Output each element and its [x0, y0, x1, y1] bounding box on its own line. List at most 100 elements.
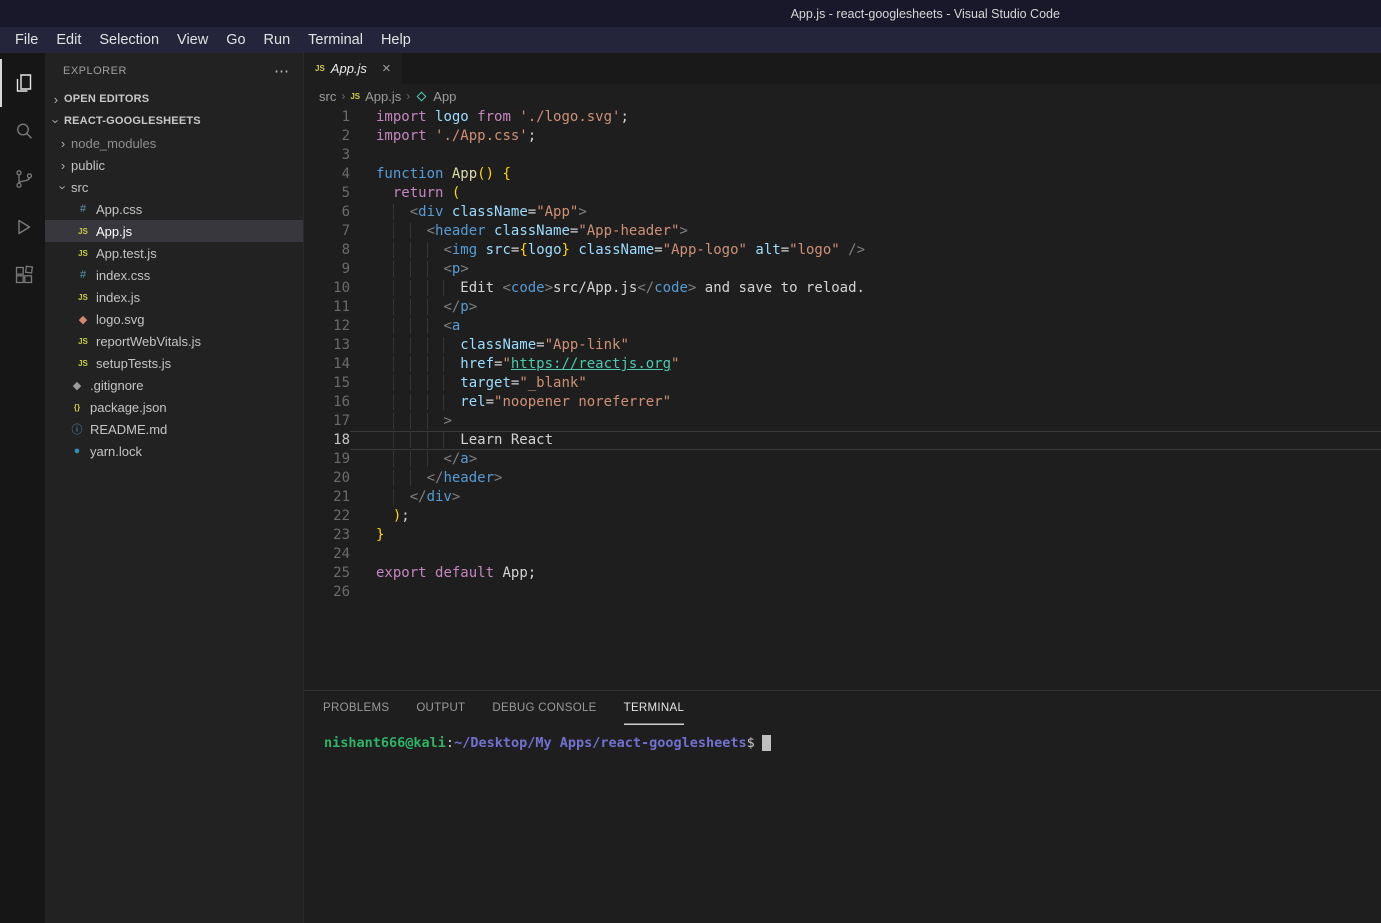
panel-tab-debug-console[interactable]: DEBUG CONSOLE: [492, 691, 596, 725]
editor-code-area[interactable]: 1import logo from './logo.svg';2import '…: [304, 108, 1381, 690]
code-row[interactable]: 25export default App;: [304, 564, 1381, 583]
code-row[interactable]: 5 return (: [304, 184, 1381, 203]
menu-bar: FileEditSelectionViewGoRunTerminalHelp: [0, 27, 1381, 53]
code-line-text: <div className="App">: [350, 203, 1381, 222]
code-row[interactable]: 1import logo from './logo.svg';: [304, 108, 1381, 127]
panel-tab-terminal[interactable]: TERMINAL: [624, 691, 685, 725]
activity-item-search[interactable]: [0, 107, 45, 155]
chevron-right-icon: ›: [406, 89, 410, 103]
tree-item-yarn.lock[interactable]: ●yarn.lock: [45, 440, 303, 462]
breadcrumb-symbol[interactable]: App: [433, 89, 456, 104]
code-row[interactable]: 13 className="App-link": [304, 336, 1381, 355]
tree-item-label: public: [71, 158, 105, 173]
menu-item-file[interactable]: File: [6, 30, 47, 50]
code-line-text: <p>: [350, 260, 1381, 279]
code-row[interactable]: 17 >: [304, 412, 1381, 431]
terminal[interactable]: nishant666@kali:~/Desktop/My Apps/react-…: [304, 725, 1381, 751]
code-row[interactable]: 20 </header>: [304, 469, 1381, 488]
tree-item-App.test.js[interactable]: JSApp.test.js: [45, 242, 303, 264]
panel-tabs: PROBLEMS OUTPUT DEBUG CONSOLE TERMINAL: [304, 691, 1381, 725]
code-row[interactable]: 12 <a: [304, 317, 1381, 336]
breadcrumb-folder[interactable]: src: [319, 89, 336, 104]
activity-item-source-control[interactable]: [0, 155, 45, 203]
code-row[interactable]: 15 target="_blank": [304, 374, 1381, 393]
line-number: 12: [304, 317, 350, 336]
code-line-text: </header>: [350, 469, 1381, 488]
menu-item-view[interactable]: View: [168, 30, 217, 50]
code-line-text: import './App.css';: [350, 127, 1381, 146]
close-icon[interactable]: ×: [382, 60, 391, 77]
js-file-icon: JS: [75, 359, 91, 368]
line-number: 17: [304, 412, 350, 431]
code-line-text: return (: [350, 184, 1381, 203]
window-title: App.js - react-googlesheets - Visual Stu…: [791, 7, 1060, 21]
tree-item-index.js[interactable]: JSindex.js: [45, 286, 303, 308]
code-row[interactable]: 3: [304, 146, 1381, 165]
code-row[interactable]: 7 <header className="App-header">: [304, 222, 1381, 241]
activity-item-run-debug[interactable]: [0, 203, 45, 251]
menu-item-go[interactable]: Go: [217, 30, 254, 50]
tree-item-reportWebVitals.js[interactable]: JSreportWebVitals.js: [45, 330, 303, 352]
tree-item-label: index.js: [96, 290, 140, 305]
code-row[interactable]: 2import './App.css';: [304, 127, 1381, 146]
tree-item-label: reportWebVitals.js: [96, 334, 201, 349]
breadcrumb: src › JS App.js › App: [304, 84, 1381, 108]
code-line-text: import logo from './logo.svg';: [350, 108, 1381, 127]
menu-item-help[interactable]: Help: [372, 30, 420, 50]
more-actions-icon[interactable]: ⋯: [274, 62, 289, 80]
tree-item-src[interactable]: ›src: [45, 176, 303, 198]
tree-item-setupTests.js[interactable]: JSsetupTests.js: [45, 352, 303, 374]
terminal-prompt-line: nishant666@kali:~/Desktop/My Apps/react-…: [324, 735, 1381, 751]
tree-item-label: index.css: [96, 268, 150, 283]
tree-item-App.css[interactable]: #App.css: [45, 198, 303, 220]
code-row[interactable]: 23}: [304, 526, 1381, 545]
panel-tab-problems[interactable]: PROBLEMS: [323, 691, 389, 725]
tree-item-README.md[interactable]: ⓘREADME.md: [45, 418, 303, 440]
code-lines: 1import logo from './logo.svg';2import '…: [304, 108, 1381, 602]
code-row[interactable]: 26: [304, 583, 1381, 602]
tab-app-js[interactable]: JS App.js ×: [304, 53, 402, 84]
tree-item-logo.svg[interactable]: ◆logo.svg: [45, 308, 303, 330]
line-number: 5: [304, 184, 350, 203]
breadcrumb-file[interactable]: App.js: [365, 89, 401, 104]
tree-item-package.json[interactable]: {}package.json: [45, 396, 303, 418]
menu-item-edit[interactable]: Edit: [47, 30, 90, 50]
code-row[interactable]: 8 <img src={logo} className="App-logo" a…: [304, 241, 1381, 260]
code-row[interactable]: 16 rel="noopener noreferrer": [304, 393, 1381, 412]
activity-item-explorer[interactable]: [0, 59, 45, 107]
sidebar-header: EXPLORER ⋯: [45, 53, 303, 88]
code-row[interactable]: 19 </a>: [304, 450, 1381, 469]
code-row[interactable]: 4function App() {: [304, 165, 1381, 184]
panel-tab-output[interactable]: OUTPUT: [416, 691, 465, 725]
code-line-text: </p>: [350, 298, 1381, 317]
tree-item-public[interactable]: ›public: [45, 154, 303, 176]
code-line-text: <header className="App-header">: [350, 222, 1381, 241]
activity-item-extensions[interactable]: [0, 251, 45, 299]
section-open-editors[interactable]: › OPEN EDITORS: [45, 88, 303, 110]
js-icon: JS: [350, 92, 360, 101]
tree-item-node_modules[interactable]: ›node_modules: [45, 132, 303, 154]
tree-item-index.css[interactable]: #index.css: [45, 264, 303, 286]
code-row[interactable]: 10 Edit <code>src/App.js</code> and save…: [304, 279, 1381, 298]
tree-item-App.js[interactable]: JSApp.js: [45, 220, 303, 242]
bottom-panel: PROBLEMS OUTPUT DEBUG CONSOLE TERMINAL nish…: [304, 690, 1381, 923]
section-workspace-root[interactable]: › REACT-GOOGLESHEETS: [45, 110, 303, 132]
code-row[interactable]: 24: [304, 545, 1381, 564]
code-row[interactable]: 22 );: [304, 507, 1381, 526]
code-line-text: rel="noopener noreferrer": [350, 393, 1381, 412]
line-number: 8: [304, 241, 350, 260]
menu-item-run[interactable]: Run: [255, 30, 300, 50]
code-row[interactable]: 14 href="https://reactjs.org": [304, 355, 1381, 374]
code-row[interactable]: 18 Learn React: [304, 431, 1381, 450]
tree-item-label: App.test.js: [96, 246, 157, 261]
code-row[interactable]: 6 <div className="App">: [304, 203, 1381, 222]
tree-item-.gitignore[interactable]: ◆.gitignore: [45, 374, 303, 396]
menu-item-selection[interactable]: Selection: [90, 30, 168, 50]
menu-item-terminal[interactable]: Terminal: [299, 30, 372, 50]
tab-label: App.js: [331, 61, 367, 76]
code-row[interactable]: 21 </div>: [304, 488, 1381, 507]
code-row[interactable]: 9 <p>: [304, 260, 1381, 279]
code-line-text: <a: [350, 317, 1381, 336]
code-row[interactable]: 11 </p>: [304, 298, 1381, 317]
line-number: 19: [304, 450, 350, 469]
